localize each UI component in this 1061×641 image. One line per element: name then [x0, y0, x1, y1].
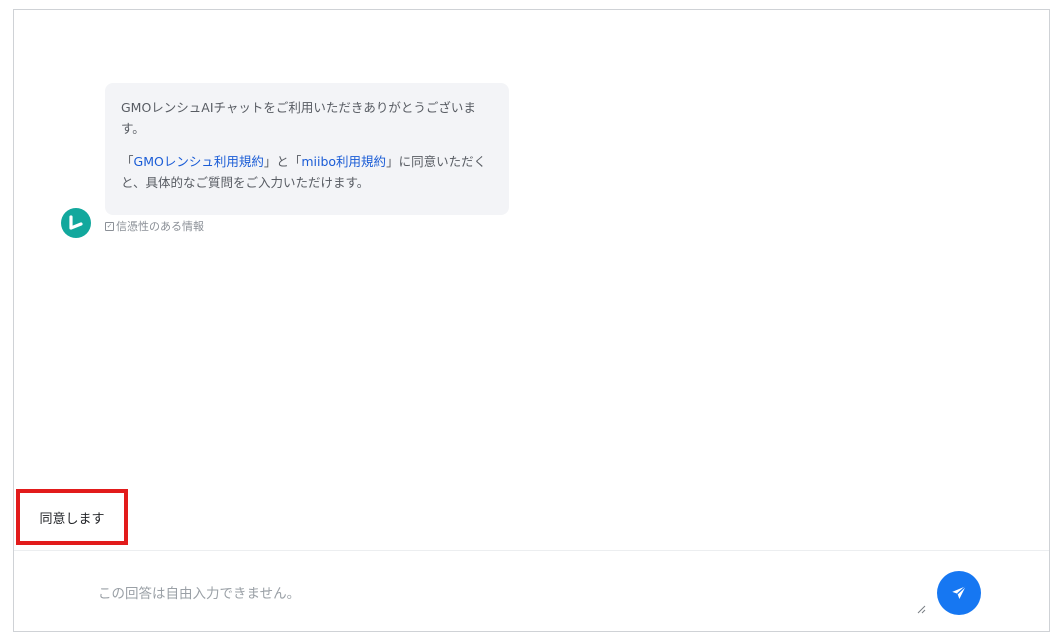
trust-label: 信憑性のある情報 [116, 220, 204, 233]
chat-window: GMOレンシュAIチャットをご利用いただきありがとうございます。 「GMOレンシ… [13, 9, 1050, 632]
bot-message-bubble: GMOレンシュAIチャットをご利用いただきありがとうございます。 「GMOレンシ… [105, 83, 509, 215]
agree-label: 同意します [39, 511, 105, 527]
bracket-mid: 」と「 [263, 154, 302, 169]
composer-divider [14, 550, 1049, 551]
send-icon [952, 585, 967, 599]
checkbox-icon: ✓ [105, 221, 114, 231]
bracket-open: 「 [121, 154, 134, 169]
composer-input-wrap [74, 558, 926, 614]
agree-quick-reply-button[interactable]: 同意します [16, 489, 128, 545]
trust-indicator: ✓ 信憑性のある情報 [105, 218, 204, 234]
terms-link-miibo[interactable]: miibo利用規約 [301, 154, 386, 169]
terms-link-gmo[interactable]: GMOレンシュ利用規約 [134, 154, 264, 169]
bot-message-line2: 「GMOレンシュ利用規約」と「miibo利用規約」に同意いただくと、具体的なご質… [121, 151, 495, 193]
bot-message-line1: GMOレンシュAIチャットをご利用いただきありがとうございます。 [121, 100, 476, 136]
bot-avatar-icon [61, 208, 91, 238]
send-button[interactable] [937, 571, 981, 615]
resize-handle-icon[interactable] [917, 605, 926, 614]
message-input[interactable] [74, 558, 926, 614]
